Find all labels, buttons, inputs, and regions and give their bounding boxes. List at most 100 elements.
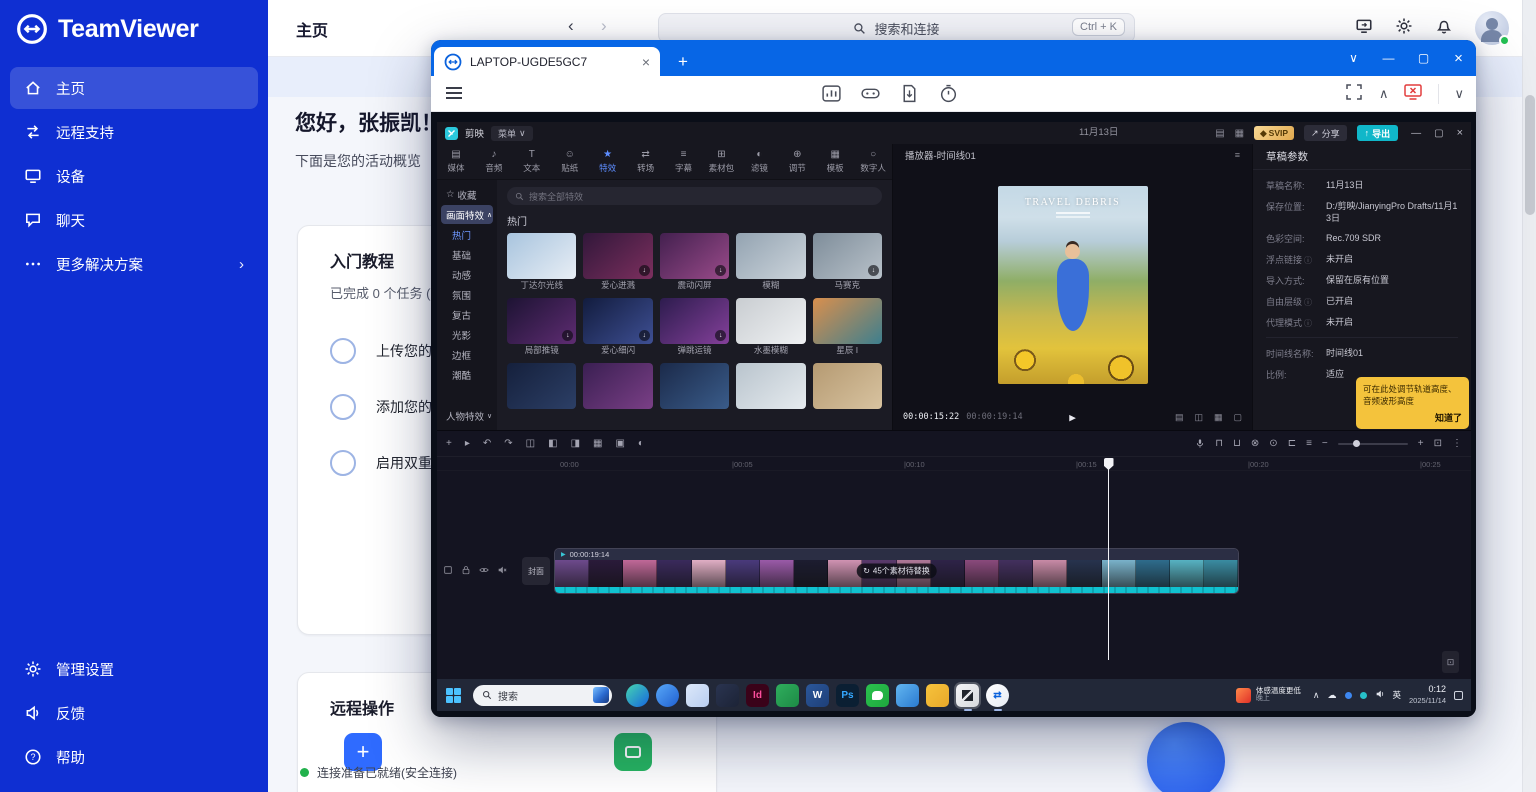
category-item[interactable]: 氛围 [441,285,493,304]
fit-icon[interactable]: ⊡ [1434,439,1442,449]
jianying-icon[interactable] [956,684,979,707]
ratio-icon[interactable]: ◫ [1194,412,1203,423]
minimize-button[interactable]: — [1371,40,1406,76]
more-icon[interactable]: ⋮ [1452,439,1462,449]
export-button[interactable]: ↑导出 [1357,125,1399,141]
category-item[interactable]: 动感 [441,265,493,284]
effect-item[interactable]: 水墨模糊 [736,298,805,357]
session-tab[interactable]: LAPTOP-UGDE5GC7 × [434,47,660,76]
jy-close-icon[interactable]: × [1457,127,1463,139]
zoom-slider-knob[interactable] [1353,440,1360,447]
effect-item[interactable] [813,363,882,422]
zoom-out-icon[interactable]: − [1322,439,1328,449]
sidebar-item-remote-support[interactable]: 远程支持 [10,111,258,153]
end-session-button[interactable] [1403,82,1423,107]
lock-icon[interactable] [461,565,471,575]
timeline-ruler[interactable]: 00:00|00:05|00:10|00:15|00:20|00:25 [437,457,1471,471]
player-menu-icon[interactable]: ≡ [1235,150,1240,160]
redo-icon[interactable]: ↷ [504,439,512,449]
effect-item[interactable] [736,363,805,422]
app-green-icon[interactable] [776,684,799,707]
category-item[interactable]: 潮酷 [441,365,493,384]
help-fab[interactable] [1147,722,1225,792]
category-item[interactable]: 边框 [441,345,493,364]
widgets-icon[interactable] [860,83,881,109]
timeline-zoom-slider[interactable] [1338,443,1408,445]
performance-icon[interactable] [821,83,842,109]
tray-teal-dot-icon[interactable] [1360,692,1367,699]
tray-chevron-up-icon[interactable]: ∧ [1313,691,1320,700]
input-method-indicator[interactable]: 英 [1393,689,1402,701]
rows-icon[interactable]: ≡ [1306,439,1312,449]
more-options-chevron-icon[interactable]: ∨ [1454,86,1464,102]
avatar[interactable] [1475,11,1509,45]
fullscreen-icon[interactable] [1344,82,1364,107]
notification-center-icon[interactable] [1454,691,1463,700]
menu-button[interactable]: 菜单∨ [491,126,533,141]
effect-item[interactable]: 丁达尔光线 [507,233,576,292]
window-menu-chevron-icon[interactable]: ∨ [1336,40,1371,76]
taskbar-search-input[interactable]: 搜索 [473,685,612,706]
text-tab[interactable]: T文本 [513,144,551,179]
sidebar-item-home[interactable]: 主页 [10,67,258,109]
wechat-icon[interactable] [866,684,889,707]
indesign-icon[interactable]: Id [746,684,769,707]
task-checkbox[interactable] [330,338,356,364]
new-session-tab-button[interactable]: + [678,53,688,70]
effect-item[interactable]: ↓局部推镜 [507,298,576,357]
adjust-tab[interactable]: ⊕调节 [778,144,816,179]
effect-item[interactable]: ↓马赛克 [813,233,882,292]
link-icon[interactable]: ⊗ [1251,439,1259,449]
mirror-icon[interactable]: ◐ [638,439,644,449]
file-transfer-icon[interactable] [899,83,920,109]
video-preview[interactable]: TRAVEL DEBRIS [998,186,1148,384]
effect-item[interactable]: ↓爱心细闪 [583,298,652,357]
category-item[interactable]: 热门 [441,225,493,244]
track-collapse-icon[interactable] [443,565,453,575]
undo-icon[interactable]: ↶ [483,439,491,449]
split-icon[interactable]: ◫ [526,439,535,449]
category-item[interactable]: 复古 [441,305,493,324]
app-blue-icon[interactable] [896,684,919,707]
gear-icon[interactable] [1395,17,1413,40]
bell-icon[interactable] [1435,17,1453,40]
effects-tab[interactable]: ★特效 [589,144,627,179]
cloud-icon[interactable]: ☁ [1328,691,1337,700]
start-button[interactable] [446,688,461,703]
preview-icon[interactable]: ⊙ [1269,439,1277,449]
sidebar-item-chat[interactable]: 聊天 [10,199,258,241]
category-item[interactable]: 光影 [441,325,493,344]
svip-badge[interactable]: ◆SVIP [1254,126,1294,140]
share-button[interactable]: ↗分享 [1304,125,1347,141]
captions-tab[interactable]: ≡字幕 [665,144,703,179]
teamviewer-icon[interactable]: ⇄ [986,684,1009,707]
magnet-icon[interactable]: ⊓ [1215,439,1223,449]
mic-icon[interactable] [1195,438,1205,449]
avatar-tab[interactable]: ○数字人 [854,144,892,179]
effect-item[interactable]: 星辰 I [813,298,882,357]
freeze-icon[interactable]: ▣ [615,439,624,449]
snap-icon[interactable]: ⊔ [1233,439,1241,449]
mute-icon[interactable] [497,565,507,575]
filter-tab[interactable]: ◐滤镜 [740,144,778,179]
teamviewer-logo[interactable]: TeamViewer [0,0,268,65]
pack-tab[interactable]: ⊞素材包 [702,144,740,179]
back-icon[interactable]: ‹ [568,16,574,36]
trim-right-icon[interactable]: ◨ [571,439,580,449]
connect-device-icon[interactable] [1355,17,1373,40]
page-scrollbar[interactable] [1522,0,1536,792]
collapse-toolbar-icon[interactable]: ∧ [1379,86,1389,102]
forward-icon[interactable]: › [601,16,607,36]
app-dark-icon[interactable] [716,684,739,707]
category-favorites[interactable]: ☆收藏 [441,185,493,204]
task-checkbox[interactable] [330,394,356,420]
audio-tab[interactable]: ♪音频 [475,144,513,179]
add-icon[interactable]: + [446,439,452,449]
tooltip-ok-button[interactable]: 知道了 [1363,411,1462,424]
resolution-icon[interactable]: ▦ [1235,128,1244,139]
app-light-icon[interactable] [686,684,709,707]
media-tab[interactable]: ▤媒体 [437,144,475,179]
replace-materials-badge[interactable]: ↻ 45个素材待替换 [856,564,937,579]
task-checkbox[interactable] [330,450,356,476]
weather-widget[interactable]: 体感温度更低 晚上 [1236,686,1301,704]
